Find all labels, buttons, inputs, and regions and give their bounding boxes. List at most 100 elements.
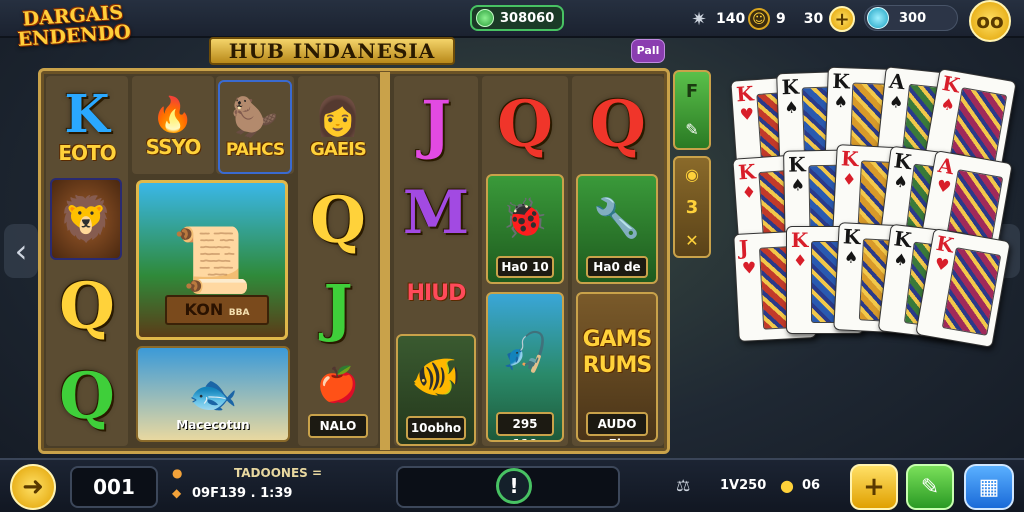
reel-symbol-q: Q [48,264,126,350]
tag-295-110: 295 110 [496,412,554,440]
trophy-left-value: 9 [776,11,786,27]
game-title-banner: HUB INDANESIA [209,37,455,65]
side-control-gold[interactable]: ◉ 3 ✕ [673,156,711,258]
side-bottom-glyph: 3 [685,196,699,218]
game-title: HUB INDANESIA [228,39,436,63]
bet-value: 001 [93,475,135,499]
fire-icon: ● [172,466,183,480]
card-rank: K [791,228,809,252]
card-suit: ♠ [790,175,806,195]
symbol-letter: K [64,84,110,145]
symbol-label: GAEIS [310,139,367,160]
symbol-label: EOTO [58,141,116,165]
reel-symbol-beaver: 🦫 PAHCS [218,80,292,174]
flame-icon: 🔥 [151,95,195,135]
reel-symbol-m: M [396,172,476,254]
card-suit: ♠ [939,93,957,116]
grid-menu-button[interactable]: ▦ [964,464,1014,510]
reel-symbol-q: Q [484,80,566,170]
tag-audo-fh: AUDO Fh [586,412,648,440]
symbol-letter: Q [497,87,553,162]
reel-symbol-lion: 🦁 [50,178,122,260]
kon-plaque: KON BBA [165,295,269,325]
card-rank: K [737,159,757,185]
card-suit: ♥ [935,175,953,198]
grid-icon: ▦ [978,474,1000,500]
symbol-letter: Q [590,87,646,162]
pall-badge-label: Pall [636,44,660,57]
reel-symbol-q: Q [574,80,662,170]
fish-beach-symbol: 🐟 Macecotun [136,346,290,442]
symbol-label: PAHCS [225,139,285,160]
gem-balance[interactable]: 300 [864,5,958,31]
back-button[interactable]: ➜ [10,464,56,510]
card-suit: ♥ [933,253,951,276]
card-suit: ♠ [833,91,849,112]
prev-arrow-button[interactable]: ‹ [4,224,38,278]
card-suit: ♠ [784,97,800,118]
reel-symbol-woman: 👩 GAEIS [300,80,376,174]
exclamation-icon: ! [509,474,519,498]
star-value: 140 [716,11,746,27]
trophy-stat: ☺ 9 30 [748,8,823,30]
info-button[interactable]: ! [496,468,532,504]
bonus-scroll-symbol: 📜 KON BBA [136,180,288,340]
arrow-left-icon: ➜ [22,472,44,502]
symbol-letter: M [402,178,470,248]
side-control-green[interactable]: F ✎ [673,70,711,150]
add-currency-button[interactable]: + [829,6,855,32]
edit-icon: ✎ [920,474,940,500]
reel-symbol-tool: 🔧 Ha0 de [576,174,658,284]
kon-subtext: BBA [228,308,250,318]
coin-balance[interactable]: 308060 [470,5,564,31]
kon-text: KON [184,300,224,319]
card-rank: K [840,146,860,172]
bottom-bar: ➜ 001 ● TADOONES = ◆ 09F139 . 1:39 ! ⚖ 1… [0,458,1024,512]
symbol-letter: Q [59,359,115,434]
tag-10obho: 10obho [406,416,466,440]
side-top-glyph: F [685,81,699,102]
game-logo: DARGAIS ENDENDO [12,2,135,64]
fruit-icon: 🍎 [316,365,360,405]
cross-icon: ✕ [685,230,699,250]
card-rank: K [781,74,800,100]
gem-amount: 300 [899,10,927,26]
diamond-icon: ◆ [172,486,182,500]
gams-rums-label: GAMS RUMS [582,327,653,378]
coin-amount: 308060 [500,10,555,26]
chevron-left-icon: ‹ [14,232,28,270]
info-title: TADOONES = [234,466,323,480]
menu-button[interactable]: oo [969,0,1011,42]
coin-stack-icon: ● [780,476,794,495]
reel-symbol-fishing: 🎣 295 110 [486,292,564,442]
card-rank: K [934,230,956,258]
card-rank: J [738,235,750,260]
info-line: 09F139 . 1:39 [192,486,293,501]
fishing-icon: 🎣 [501,329,549,374]
tag-ha0-de: Ha0 de [586,256,648,278]
star-icon: ✷ [691,8,707,30]
woman-icon: 👩 [314,94,362,138]
right-value-1: 1V250 [720,478,767,493]
reel-symbol-j: J [396,80,476,170]
gem-icon [867,7,889,29]
fish-icon: 🐠 [411,353,461,400]
card-rank: K [940,70,962,98]
edit-button[interactable]: ✎ [906,464,954,510]
card-suit: ♠ [892,171,910,192]
reel-symbol-hiud: HIUD [396,256,476,330]
card-rank: K [842,224,862,250]
reel-symbol-fruit: 🍎 NALO [300,352,376,442]
pall-badge[interactable]: Pall [631,39,665,63]
coin-icon: ◉ [685,164,699,184]
bet-display[interactable]: 001 [70,466,158,508]
add-bet-button[interactable]: + [850,464,898,510]
card-suit: ♠ [892,249,910,270]
reel-symbol-q: Q [48,352,126,442]
fish-icon: 🐟 [188,371,238,418]
card-suit: ♥ [739,104,755,125]
card-suit: ♥ [741,257,757,278]
reel-symbol-bug: 🐞 Ha0 10 [486,174,564,284]
card-suit: ♦ [841,169,857,190]
scroll-icon: 📜 [172,223,252,298]
